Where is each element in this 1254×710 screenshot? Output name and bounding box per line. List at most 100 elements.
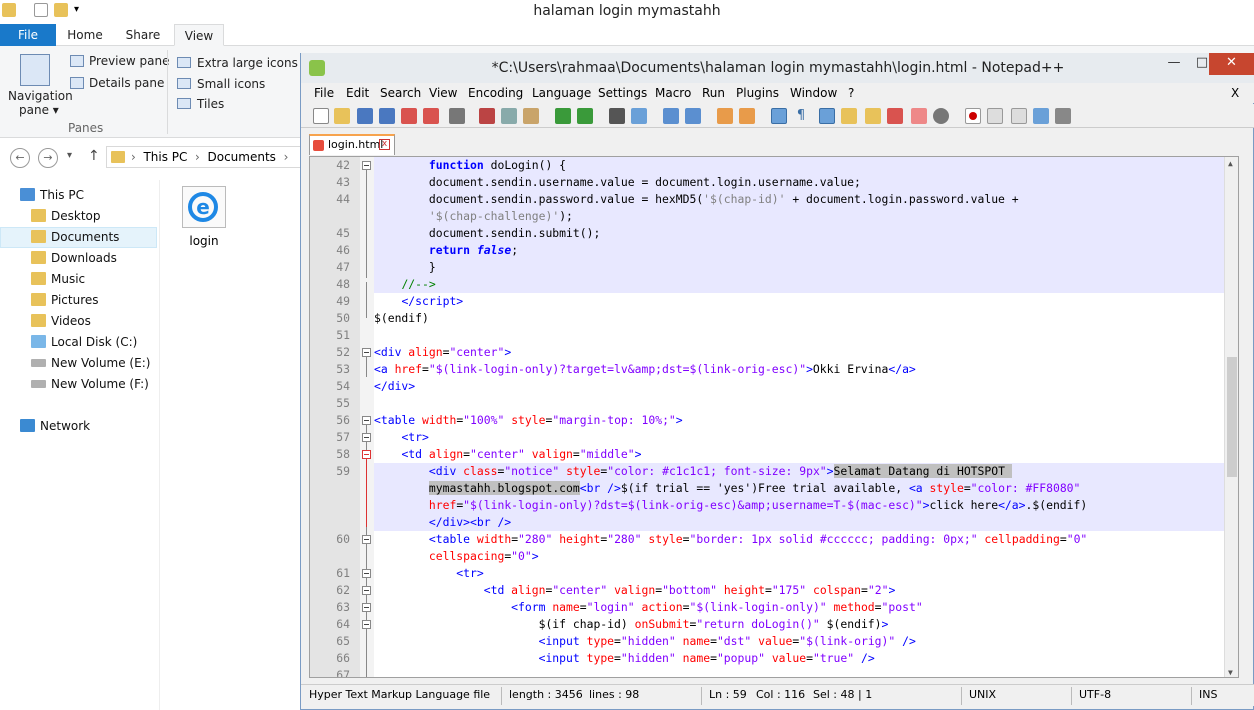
fold-box-icon[interactable] xyxy=(362,416,371,425)
up-arrow-icon[interactable]: ↑ xyxy=(88,148,100,164)
npp-titlebar: *C:\Users\rahmaa\Documents\halaman login… xyxy=(301,53,1254,83)
tab-view[interactable]: View xyxy=(174,24,224,46)
line-number: 61 xyxy=(336,566,350,580)
new-file-icon[interactable] xyxy=(313,108,329,124)
cut-icon[interactable] xyxy=(479,108,495,124)
line-number: 45 xyxy=(336,226,350,240)
fold-box-icon[interactable] xyxy=(362,433,371,442)
back-arrow-icon[interactable]: ← xyxy=(10,148,30,168)
line-number xyxy=(310,497,350,514)
menu-macro[interactable]: Macro xyxy=(655,86,691,100)
find-icon[interactable] xyxy=(609,108,625,124)
menu-file[interactable]: File xyxy=(314,86,334,100)
tab-login-html[interactable]: login.html x xyxy=(309,134,395,155)
record-macro-icon[interactable] xyxy=(965,108,981,124)
close-icon[interactable] xyxy=(401,108,417,124)
breadcrumb-this-pc[interactable]: This PC xyxy=(143,150,187,164)
minimize-button[interactable]: — xyxy=(1161,53,1187,75)
tab-file[interactable]: File xyxy=(0,24,56,46)
function-list-icon[interactable] xyxy=(887,108,903,124)
breadcrumb[interactable]: › This PC › Documents › xyxy=(106,146,306,168)
fold-box-icon[interactable] xyxy=(362,450,371,459)
vertical-scrollbar[interactable]: ▲ ▼ xyxy=(1224,157,1238,677)
stop-macro-icon[interactable] xyxy=(987,108,1003,124)
menu-help[interactable]: ? xyxy=(848,86,854,100)
close-document-button[interactable]: X xyxy=(1231,86,1239,100)
sync-vertical-icon[interactable] xyxy=(717,108,733,124)
scroll-up-icon[interactable]: ▲ xyxy=(1228,159,1233,168)
paste-icon[interactable] xyxy=(523,108,539,124)
drive-icon xyxy=(31,380,46,388)
extra-large-icons-icon xyxy=(177,57,191,68)
menu-plugins[interactable]: Plugins xyxy=(736,86,779,100)
menu-edit[interactable]: Edit xyxy=(346,86,369,100)
zoom-out-icon[interactable] xyxy=(685,108,701,124)
user-language-icon[interactable] xyxy=(841,108,857,124)
close-button[interactable]: ✕ xyxy=(1209,53,1254,75)
line-number: 64 xyxy=(336,617,350,631)
monitoring-icon[interactable] xyxy=(933,108,949,124)
tiles-button[interactable]: Tiles xyxy=(197,97,224,111)
file-item-login[interactable]: e login xyxy=(180,186,228,248)
extra-large-icons-button[interactable]: Extra large icons xyxy=(197,56,298,70)
doc-map-icon[interactable] xyxy=(865,108,881,124)
close-all-icon[interactable] xyxy=(423,108,439,124)
tab-share[interactable]: Share xyxy=(118,24,168,46)
status-eol: UNIX xyxy=(969,688,997,701)
recent-locations-chevron-icon[interactable]: ▾ xyxy=(67,150,72,161)
preview-pane-button[interactable]: Preview pane xyxy=(89,54,169,68)
fold-box-icon[interactable] xyxy=(362,603,371,612)
details-pane-button[interactable]: Details pane xyxy=(89,76,164,90)
word-wrap-icon[interactable] xyxy=(771,108,787,124)
scrollbar-thumb[interactable] xyxy=(1227,357,1237,477)
navigation-pane-label[interactable]: Navigation xyxy=(8,89,73,103)
save-icon[interactable] xyxy=(357,108,373,124)
fold-box-icon[interactable] xyxy=(362,348,371,357)
fold-box-icon[interactable] xyxy=(362,569,371,578)
undo-icon[interactable] xyxy=(555,108,571,124)
open-file-icon[interactable] xyxy=(334,108,350,124)
replace-icon[interactable] xyxy=(631,108,647,124)
line-number xyxy=(310,514,350,531)
print-icon[interactable] xyxy=(449,108,465,124)
fold-box-icon[interactable] xyxy=(362,620,371,629)
save-macro-icon[interactable] xyxy=(1055,108,1071,124)
menu-encoding[interactable]: Encoding xyxy=(468,86,523,100)
indent-guide-icon[interactable] xyxy=(819,108,835,124)
small-icons-button[interactable]: Small icons xyxy=(197,77,265,91)
folder-as-workspace-icon[interactable] xyxy=(911,108,927,124)
forward-arrow-icon[interactable]: → xyxy=(38,148,58,168)
code-line: </script> xyxy=(401,294,464,308)
navigation-pane-label-2[interactable]: pane ▾ xyxy=(19,103,59,117)
copy-icon[interactable] xyxy=(501,108,517,124)
sync-horizontal-icon[interactable] xyxy=(739,108,755,124)
line-number: 42 xyxy=(336,158,350,172)
code-editor[interactable]: 42 43 44 45 46 47 48 49 50 51 52 53 54 55 56 57 58 59 60 61… xyxy=(309,156,1239,678)
zoom-in-icon[interactable] xyxy=(663,108,679,124)
breadcrumb-documents[interactable]: Documents xyxy=(208,150,276,164)
menu-run[interactable]: Run xyxy=(702,86,725,100)
scroll-down-icon[interactable]: ▼ xyxy=(1228,668,1233,677)
menu-window[interactable]: Window xyxy=(790,86,837,100)
menu-language[interactable]: Language xyxy=(532,86,591,100)
code-line: mymastahh.blogspot.com<br />$(if trial =… xyxy=(374,480,1226,497)
code-line: <form name="login" action="$(link-login-… xyxy=(511,600,923,614)
menu-search[interactable]: Search xyxy=(380,86,421,100)
status-separator xyxy=(501,687,502,705)
code-line: <div class="notice" style="color: #c1c1c… xyxy=(374,463,1226,480)
tab-home[interactable]: Home xyxy=(60,24,110,46)
show-all-characters-icon[interactable]: ¶ xyxy=(793,108,809,124)
fold-box-icon[interactable] xyxy=(362,586,371,595)
navigation-pane-icon[interactable] xyxy=(20,54,50,86)
line-number: 67 xyxy=(336,668,350,678)
play-macro-icon[interactable] xyxy=(1011,108,1027,124)
save-all-icon[interactable] xyxy=(379,108,395,124)
menu-view[interactable]: View xyxy=(429,86,457,100)
fold-box-icon[interactable] xyxy=(362,535,371,544)
redo-icon[interactable] xyxy=(577,108,593,124)
close-tab-icon[interactable]: x xyxy=(379,139,390,150)
menu-settings[interactable]: Settings xyxy=(598,86,647,100)
run-macro-multiple-icon[interactable] xyxy=(1033,108,1049,124)
fold-box-icon[interactable] xyxy=(362,161,371,170)
